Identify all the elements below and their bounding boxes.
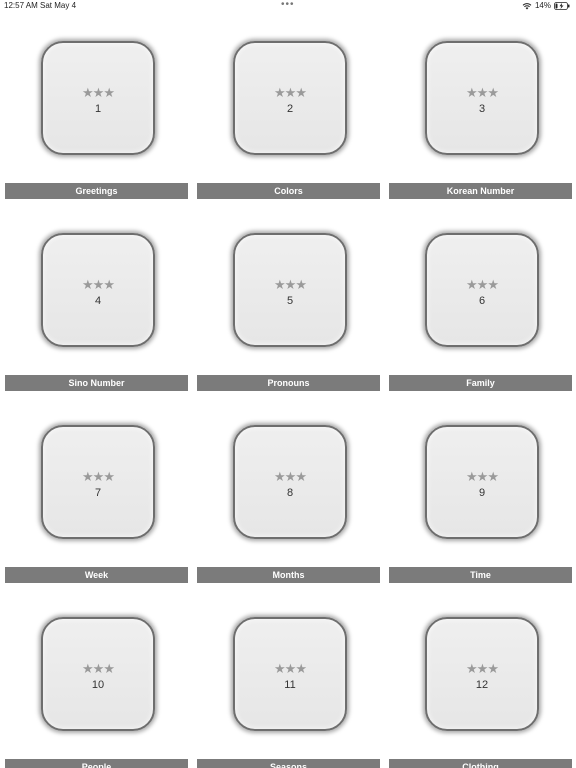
lesson-number: 11 [284, 679, 296, 691]
lesson-button[interactable]: ★★★ 6 [425, 233, 539, 347]
lesson-label[interactable]: Seasons [197, 759, 380, 768]
lesson-button[interactable]: ★★★ 3 [425, 41, 539, 155]
lesson-number: 7 [94, 487, 102, 499]
lesson-number: 10 [91, 679, 105, 691]
lesson-button[interactable]: ★★★ 1 [41, 41, 155, 155]
star-rating-icon: ★★★ [466, 85, 499, 100]
lesson-number: 3 [478, 103, 486, 115]
lesson-tile[interactable]: ★★★ 3 Korean Number [389, 33, 572, 225]
lesson-button[interactable]: ★★★ 5 [233, 233, 347, 347]
lesson-button[interactable]: ★★★ 10 [41, 617, 155, 731]
battery-percent: 14% [534, 1, 551, 10]
status-time: 12:57 AM [4, 1, 38, 10]
lesson-tile[interactable]: ★★★ 4 Sino Number [5, 225, 188, 417]
lesson-label[interactable]: Clothing [389, 759, 572, 768]
lesson-tile[interactable]: ★★★ 11 Seasons [197, 609, 380, 768]
lesson-button[interactable]: ★★★ 2 [233, 41, 347, 155]
status-bar: 12:57 AM Sat May 4 ••• 14% [0, 0, 576, 12]
lesson-tile[interactable]: ★★★ 5 Pronouns [197, 225, 380, 417]
lesson-button[interactable]: ★★★ 8 [233, 425, 347, 539]
star-rating-icon: ★★★ [274, 85, 307, 100]
multitasking-dots-icon[interactable]: ••• [281, 0, 295, 10]
star-rating-icon: ★★★ [466, 277, 499, 292]
lesson-label[interactable]: Sino Number [5, 375, 188, 391]
lesson-label[interactable]: Greetings [5, 183, 188, 199]
lesson-number: 8 [286, 487, 294, 499]
lesson-label[interactable]: Time [389, 567, 572, 583]
lesson-button[interactable]: ★★★ 4 [41, 233, 155, 347]
lesson-number: 1 [94, 103, 102, 115]
lesson-tile[interactable]: ★★★ 10 People [5, 609, 188, 768]
lesson-number: 9 [478, 487, 486, 499]
lesson-button[interactable]: ★★★ 12 [425, 617, 539, 731]
lesson-label[interactable]: Colors [197, 183, 380, 199]
status-date: Sat May 4 [40, 1, 77, 10]
star-rating-icon: ★★★ [274, 661, 307, 676]
lesson-label[interactable]: Week [5, 567, 188, 583]
status-indicators: 14% [522, 1, 570, 10]
lesson-label[interactable]: People [5, 759, 188, 768]
lesson-label[interactable]: Pronouns [197, 375, 380, 391]
star-rating-icon: ★★★ [466, 661, 499, 676]
star-rating-icon: ★★★ [274, 277, 307, 292]
lesson-tile[interactable]: ★★★ 7 Week [5, 417, 188, 609]
lesson-number: 6 [478, 295, 486, 307]
lesson-button[interactable]: ★★★ 11 [233, 617, 347, 731]
lesson-tile[interactable]: ★★★ 12 Clothing [389, 609, 572, 768]
star-rating-icon: ★★★ [82, 469, 115, 484]
star-rating-icon: ★★★ [82, 277, 115, 292]
lesson-label[interactable]: Korean Number [389, 183, 572, 199]
star-rating-icon: ★★★ [466, 469, 499, 484]
lesson-number: 5 [286, 295, 294, 307]
star-rating-icon: ★★★ [82, 85, 115, 100]
lesson-label[interactable]: Months [197, 567, 380, 583]
lesson-label[interactable]: Family [389, 375, 572, 391]
star-rating-icon: ★★★ [82, 661, 115, 676]
lesson-tile[interactable]: ★★★ 1 Greetings [5, 33, 188, 225]
lesson-number: 12 [475, 679, 489, 691]
wifi-icon [522, 2, 532, 9]
lesson-number: 4 [94, 295, 102, 307]
battery-charging-icon [554, 1, 570, 10]
lesson-tile[interactable]: ★★★ 2 Colors [197, 33, 380, 225]
star-rating-icon: ★★★ [274, 469, 307, 484]
lesson-button[interactable]: ★★★ 7 [41, 425, 155, 539]
lesson-number: 2 [286, 103, 294, 115]
lesson-tile[interactable]: ★★★ 6 Family [389, 225, 572, 417]
lesson-tile[interactable]: ★★★ 9 Time [389, 417, 572, 609]
lesson-tile[interactable]: ★★★ 8 Months [197, 417, 380, 609]
lesson-button[interactable]: ★★★ 9 [425, 425, 539, 539]
